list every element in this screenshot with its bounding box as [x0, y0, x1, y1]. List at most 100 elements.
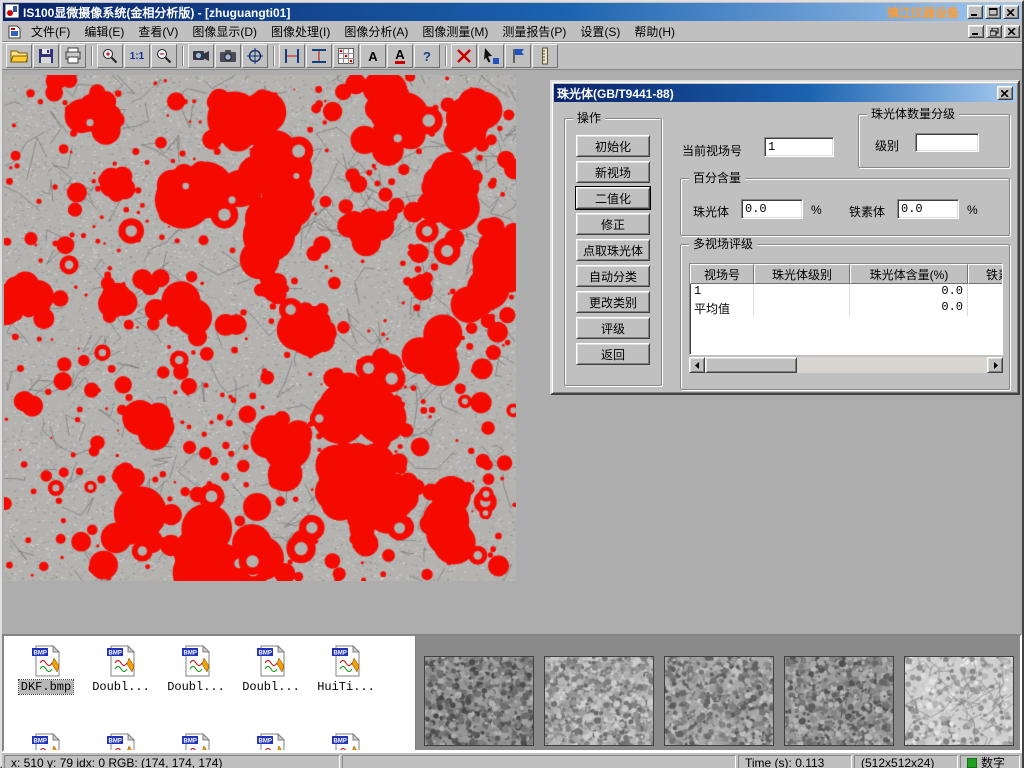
font-button[interactable]: A [360, 44, 386, 68]
status-time: Time (s): 0.113 [738, 755, 852, 768]
caliper-horizontal-button[interactable] [306, 44, 332, 68]
bmp-file-icon[interactable] [179, 732, 213, 750]
col-field-number[interactable]: 视场号 [690, 264, 754, 284]
table-row[interactable]: 平均值 0.0 [690, 300, 1002, 316]
bmp-file-icon[interactable] [329, 732, 363, 750]
delete-measure-button[interactable] [451, 44, 477, 68]
ferrite-input[interactable] [897, 199, 959, 219]
thumbnail-5[interactable] [904, 656, 1014, 746]
file-item[interactable]: Doubl... [85, 644, 157, 694]
bmp-file-icon[interactable] [254, 732, 288, 750]
file-list[interactable]: DKF.bmp Doubl... Doubl... Doubl... HuiTi… [4, 636, 416, 750]
file-item[interactable]: Doubl... [160, 644, 232, 694]
op-initialize-button[interactable]: 初始化 [576, 135, 650, 157]
grade-group: 珠光体数量分级 级别 [858, 114, 1010, 168]
maximize-icon [989, 8, 998, 16]
bmp-file-icon[interactable] [29, 732, 63, 750]
table-hscrollbar[interactable] [689, 357, 1003, 373]
percent-group: 百分含量 珠光体 % 铁素体 % [680, 178, 1010, 236]
file-label: Doubl... [240, 680, 302, 694]
help-icon: ? [423, 49, 431, 64]
menu-image-process[interactable]: 图像处理(I) [264, 21, 337, 42]
menu-settings[interactable]: 设置(S) [573, 21, 627, 42]
pearlite-input[interactable] [741, 199, 803, 219]
grade-level-label: 级别 [875, 137, 899, 154]
camera-icon [219, 47, 237, 65]
status-mode-label: 数字 [981, 755, 1005, 768]
menu-file[interactable]: 文件(F) [24, 21, 77, 42]
table-row[interactable]: 1 0.0 [690, 284, 1002, 300]
menu-image-display[interactable]: 图像显示(D) [185, 21, 264, 42]
thumbnail-strip [416, 636, 1020, 750]
col-pearlite-content[interactable]: 珠光体含量(%) [850, 264, 968, 284]
mdi-minimize-button[interactable] [968, 25, 984, 38]
measure-grid-button[interactable] [333, 44, 359, 68]
save-button[interactable] [33, 44, 59, 68]
menu-measure-report[interactable]: 测量报告(P) [495, 21, 573, 42]
menu-help[interactable]: 帮助(H) [627, 21, 682, 42]
op-return-button[interactable]: 返回 [576, 343, 650, 365]
bmp-file-icon[interactable] [104, 732, 138, 750]
scroll-left-button[interactable] [689, 357, 705, 373]
pointer-select-button[interactable] [478, 44, 504, 68]
maximize-button[interactable] [985, 5, 1001, 19]
video-capture-button[interactable] [188, 44, 214, 68]
op-auto-classify-button[interactable]: 自动分类 [576, 265, 650, 287]
menu-image-analysis[interactable]: 图像分析(A) [337, 21, 415, 42]
actual-size-button[interactable]: 1:1 [124, 44, 150, 68]
menu-edit[interactable]: 编辑(E) [77, 21, 131, 42]
col-pearlite-grade[interactable]: 珠光体级别 [754, 264, 850, 284]
menu-image-measure[interactable]: 图像测量(M) [415, 21, 495, 42]
pearlite-unit: % [811, 203, 822, 217]
file-item[interactable]: HuiTi... [310, 644, 382, 694]
current-field-input[interactable] [764, 137, 834, 157]
flag-icon [509, 47, 527, 65]
thumbnail-2[interactable] [544, 656, 654, 746]
op-change-class-button[interactable]: 更改类别 [576, 291, 650, 313]
flag-marker-button[interactable] [505, 44, 531, 68]
dialog-title-bar[interactable]: 珠光体(GB/T9441-88) [554, 84, 1016, 102]
zoom-in-button[interactable] [97, 44, 123, 68]
thumbnail-3[interactable] [664, 656, 774, 746]
target-button[interactable] [242, 44, 268, 68]
ruler-button[interactable] [532, 44, 558, 68]
camera-capture-button[interactable] [215, 44, 241, 68]
scrollbar-track[interactable] [705, 357, 987, 373]
thumbnail-1[interactable] [424, 656, 534, 746]
close-button[interactable] [1003, 5, 1019, 19]
mdi-restore-button[interactable] [986, 25, 1002, 38]
open-folder-icon [10, 47, 28, 65]
cell-grade [754, 284, 850, 300]
mdi-close-button[interactable] [1004, 25, 1020, 38]
help-button[interactable]: ? [414, 44, 440, 68]
op-new-field-button[interactable]: 新视场 [576, 161, 650, 183]
scroll-right-button[interactable] [987, 357, 1003, 373]
thumbnail-4[interactable] [784, 656, 894, 746]
font-color-button[interactable]: A [387, 44, 413, 68]
caliper-vertical-button[interactable] [279, 44, 305, 68]
file-item[interactable]: Doubl... [235, 644, 307, 694]
minimize-button[interactable] [967, 5, 983, 19]
print-button[interactable] [60, 44, 86, 68]
print-icon [64, 47, 82, 65]
dialog-title: 珠光体(GB/T9441-88) [557, 85, 674, 102]
title-bar[interactable]: IS100显微摄像系统(金相分析版) - [zhuguangti01] 镇江仪器… [3, 3, 1021, 21]
col-ferrite[interactable]: 铁素 [968, 264, 1003, 284]
file-item[interactable]: DKF.bmp [10, 644, 82, 694]
op-pick-pearlite-button[interactable]: 点取珠光体 [576, 239, 650, 261]
menu-view[interactable]: 查看(V) [131, 21, 185, 42]
bmp-file-icon [329, 644, 363, 678]
op-correct-button[interactable]: 修正 [576, 213, 650, 235]
dialog-close-button[interactable] [997, 86, 1013, 100]
open-button[interactable] [6, 44, 32, 68]
font-a-icon: A [368, 50, 377, 63]
grade-level-input[interactable] [915, 133, 979, 152]
percent-group-label: 百分含量 [689, 171, 745, 185]
zoom-out-button[interactable] [151, 44, 177, 68]
grade-group-label: 珠光体数量分级 [867, 107, 959, 121]
micrograph-image[interactable] [4, 75, 516, 581]
op-binarize-button[interactable]: 二值化 [576, 187, 650, 209]
window-title: IS100显微摄像系统(金相分析版) - [zhuguangti01] [23, 4, 290, 21]
op-grade-button[interactable]: 评级 [576, 317, 650, 339]
scrollbar-thumb[interactable] [705, 357, 797, 373]
